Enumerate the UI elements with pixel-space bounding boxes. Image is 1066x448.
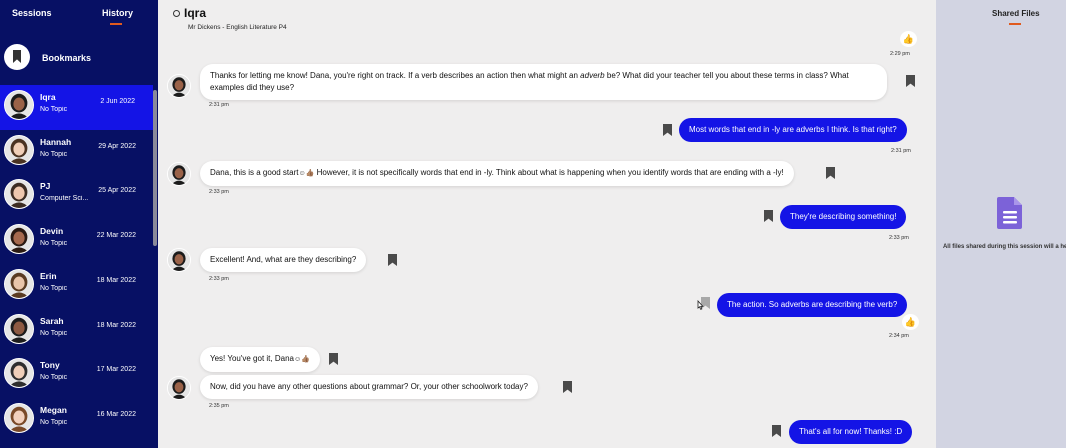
conversation-name: Hannah [40, 136, 72, 147]
avatar [4, 179, 34, 210]
reaction-thumbs-up-icon: 👍 [902, 314, 919, 330]
message-bubble: They're describing something! [780, 205, 907, 229]
conversation-topic: No Topic [40, 284, 68, 292]
active-tab-underline [110, 23, 122, 25]
conversation-date: 16 Mar 2022 [96, 410, 136, 418]
chat-contact-name: Iqra [184, 6, 207, 20]
mentor-avatar [167, 74, 191, 98]
mentor-avatar [167, 248, 191, 272]
message-bubble: That's all for now! Thanks! :D [789, 420, 913, 444]
thumbs-up-emoji-icon: 👍🏽 [301, 356, 310, 363]
avatar [4, 90, 34, 120]
sidebar-item-megan[interactable]: Megan No Topic 16 Mar 2022 [0, 398, 153, 443]
avatar [4, 358, 34, 389]
conversation-date: 22 Mar 2022 [96, 232, 136, 240]
bookmark-message-icon[interactable] [906, 75, 915, 87]
active-tab-underline [1009, 23, 1021, 25]
conversation-topic: No Topic [40, 150, 68, 158]
conversation-name: PJ [40, 181, 51, 192]
sidebar-item-hannah[interactable]: Hannah No Topic 29 Apr 2022 [0, 130, 153, 175]
bookmark-message-icon[interactable] [329, 353, 338, 365]
message-time: 2:33 pm [209, 189, 229, 195]
bookmark-message-icon[interactable] [764, 210, 773, 222]
bookmarks-label: Bookmarks [42, 53, 92, 63]
sidebar-item-tony[interactable]: Tony No Topic 17 Mar 2022 [0, 353, 153, 398]
chat-subtitle: Mr Dickens - English Literature P4 [188, 24, 287, 31]
bookmark-message-icon[interactable] [388, 254, 397, 266]
message-time: 2:34 pm [889, 333, 909, 339]
tab-sessions[interactable]: Sessions [12, 8, 52, 18]
bookmark-message-icon[interactable] [563, 381, 572, 393]
bookmark-icon [4, 44, 30, 70]
sidebar-tabs: Sessions History [0, 0, 158, 34]
conversation-name: Erin [40, 270, 57, 281]
message-bubble: Most words that end in -ly are adverbs I… [679, 118, 907, 142]
sidebar: Sessions History Bookmarks Iqra No Topic 2… [0, 0, 158, 448]
conversation-name: Iqra [40, 92, 56, 102]
document-icon [997, 197, 1022, 229]
mentor-avatar [167, 162, 191, 186]
conversation-topic: No Topic [40, 329, 68, 337]
avatar [4, 313, 34, 344]
message-bubble: Thanks for letting me know! Dana, you're… [200, 64, 887, 100]
sidebar-item-pj[interactable]: PJ Computer Sci... 25 Apr 2022 [0, 174, 153, 219]
conversation-topic: No Topic [40, 240, 68, 248]
message-time: 2:33 pm [889, 235, 909, 241]
avatar [4, 134, 34, 165]
mentor-avatar [167, 376, 191, 400]
message-bubble: Dana, this is a good start☺👍🏽 However, i… [200, 161, 794, 186]
avatar [4, 402, 34, 433]
conversation-name: Devin [40, 226, 64, 237]
message-bubble: Yes! You've got it, Dana☺👍🏽 [200, 347, 320, 372]
message-time: 2:35 pm [209, 403, 229, 409]
message-bubble: Excellent! And, what are they describing… [200, 248, 367, 272]
bookmark-message-icon[interactable] [772, 425, 781, 437]
sidebar-item-erin[interactable]: Erin No Topic 18 Mar 2022 [0, 264, 153, 309]
sidebar-scrollbar[interactable] [153, 90, 157, 246]
bookmarks-button[interactable]: Bookmarks [0, 42, 158, 76]
bookmark-message-icon[interactable] [826, 167, 835, 179]
chat-header: Iqra Mr Dickens - English Literature P4 [158, 0, 930, 34]
message-bubble: The action. So adverbs are describing th… [717, 293, 908, 317]
conversation-date: 25 Apr 2022 [98, 187, 136, 195]
shared-files-panel: Shared Files All files shared during thi… [936, 0, 1066, 448]
status-indicator-icon [173, 10, 180, 17]
message-time: 2:29 pm [890, 51, 910, 57]
conversation-name: Sarah [40, 315, 64, 326]
reaction-thumbs-up-icon: 👍 [900, 31, 917, 47]
conversation-date: 17 Mar 2022 [96, 366, 136, 374]
tab-history[interactable]: History [102, 8, 133, 18]
sidebar-item-iqra[interactable]: Iqra No Topic 2 Jun 2022 [0, 85, 153, 130]
conversation-name: Megan [40, 404, 67, 415]
conversation-topic: Computer Sci... [40, 195, 89, 203]
mouse-pointer-icon [697, 300, 704, 310]
conversation-date: 18 Mar 2022 [96, 276, 136, 284]
avatar [4, 224, 34, 255]
conversation-topic: No Topic [40, 418, 68, 426]
message-bubble: Now, did you have any other questions ab… [200, 375, 538, 399]
sidebar-item-sarah[interactable]: Sarah No Topic 18 Mar 2022 [0, 309, 153, 354]
conversation-topic: No Topic [40, 106, 68, 113]
sidebar-item-devin[interactable]: Devin No Topic 22 Mar 2022 [0, 219, 153, 264]
conversation-name: Tony [40, 360, 60, 371]
chat-panel: Iqra Mr Dickens - English Literature P4 … [158, 0, 930, 448]
shared-files-empty-message: All files shared during this session wil… [942, 244, 1066, 250]
conversation-date: 29 Apr 2022 [98, 142, 136, 150]
conversation-topic: No Topic [40, 374, 68, 382]
message-time: 2:33 pm [209, 276, 229, 282]
tab-shared-files[interactable]: Shared Files [992, 9, 1040, 18]
smile-emoji-icon: ☺ [298, 170, 306, 177]
message-time: 2:31 pm [209, 102, 229, 108]
conversation-date: 18 Mar 2022 [96, 321, 136, 329]
avatar [4, 268, 34, 299]
bookmark-message-icon[interactable] [663, 124, 672, 136]
message-time: 2:31 pm [891, 148, 911, 154]
conversation-date: 2 Jun 2022 [100, 98, 135, 105]
